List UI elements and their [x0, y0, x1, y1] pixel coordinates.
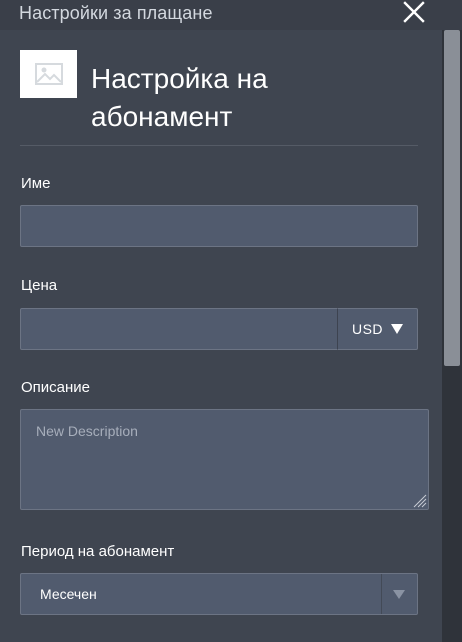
period-value: Месечен: [40, 586, 97, 602]
name-label: Име: [21, 175, 51, 192]
name-input[interactable]: [20, 205, 418, 247]
page-title: Настройка на абонамент: [91, 63, 268, 132]
resize-grip-icon[interactable]: [411, 492, 427, 508]
close-button[interactable]: [400, 0, 428, 26]
header-divider: [20, 145, 418, 146]
period-dropdown-separator: [381, 574, 382, 614]
window-title: Настройки за плащане: [19, 3, 213, 23]
price-input[interactable]: [20, 308, 338, 350]
price-label: Цена: [21, 277, 58, 294]
period-label: Период на абонамент: [21, 543, 175, 560]
currency-dropdown[interactable]: USD: [337, 308, 418, 350]
description-textarea[interactable]: [20, 409, 429, 510]
chevron-down-icon: [393, 590, 405, 599]
close-icon: [403, 1, 425, 23]
period-dropdown[interactable]: Месечен: [20, 573, 418, 615]
image-placeholder-icon: [34, 63, 63, 85]
subscription-image-button[interactable]: [20, 50, 77, 98]
description-label: Описание: [21, 379, 91, 396]
chevron-down-icon: [391, 324, 404, 334]
scrollbar-thumb[interactable]: [444, 30, 460, 366]
currency-value: USD: [351, 321, 384, 337]
